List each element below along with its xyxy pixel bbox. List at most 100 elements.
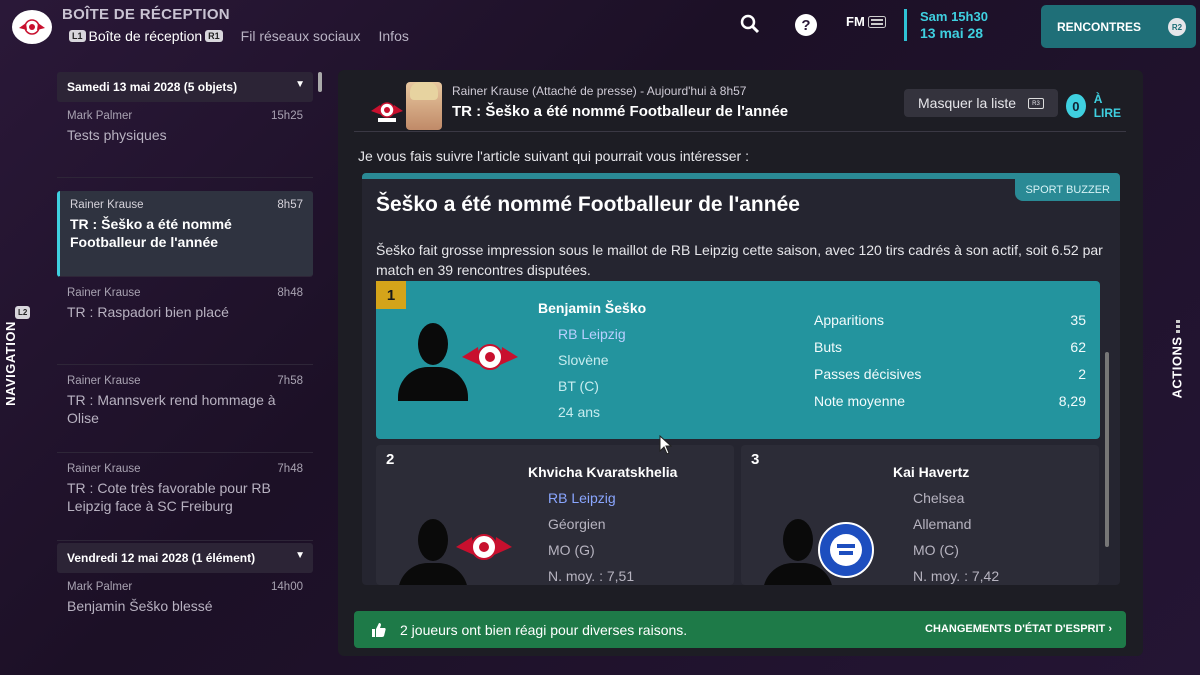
message-subject: Tests physiques [67,127,167,143]
player-name[interactable]: Khvicha Kvaratskhelia [528,459,677,485]
message-time: 8h48 [277,287,303,299]
inbox-message[interactable]: Rainer Krause 7h48 TR : Cote très favora… [57,455,313,541]
message-sender: Rainer Krause [67,375,141,387]
hide-list-button[interactable]: Masquer la liste R3 [904,89,1058,117]
player-name[interactable]: Benjamin Šeško [538,295,646,321]
player-silhouette-icon [398,323,468,401]
stat-value: 8,29 [1058,393,1086,409]
stat-row: Buts 62 [814,334,1086,361]
chevron-down-icon[interactable]: ▼ [295,79,305,90]
stat-label: Note moyenne [814,393,906,409]
player-card-third[interactable]: 3 Kai Havertz Chelsea Allemand MO (C) N.… [741,445,1099,585]
player-position: MO (G) [548,542,595,558]
article-stripe [362,173,1120,179]
stat-label: Apparitions [814,312,885,328]
tab-news[interactable]: Infos [379,28,409,44]
message-sender: Mark Palmer [67,110,133,122]
stat-label: Buts [814,339,843,355]
player-nationality: Allemand [913,516,972,532]
subtabs: L1 Boîte de réception R1 Fil réseaux soc… [66,28,427,44]
message-sender: Rainer Krause [67,287,141,299]
unread-counter[interactable]: 0 À LIRE [1066,92,1126,120]
player-club[interactable]: RB Leipzig [548,485,677,511]
club-crest-icon [371,102,403,122]
player-nationality: Géorgien [548,516,606,532]
player-age: 24 ans [558,404,601,420]
article-body: Šeško fait grosse impression sous le mai… [376,242,1103,278]
group-header[interactable]: Samedi 13 mai 2028 (5 objets) ▼ [57,72,313,102]
article-card: SPORT BUZZER Šeško a été nommé Footballe… [362,173,1120,585]
navigation-toggle[interactable]: L2 NAVIGATION [3,306,34,426]
actions-label: ACTIONS [1169,336,1185,399]
player-info: Benjamin Šeško RB Leipzig Slovène BT (C)… [538,295,646,425]
chevron-down-icon[interactable]: ▼ [295,550,305,561]
message-sender: Mark Palmer [67,581,133,593]
r3-hint: R3 [1028,98,1044,109]
inbox-scrollbar[interactable] [318,72,322,92]
message-subject: TR : Mannsverk rend hommage à Olise [67,392,276,426]
message-sender: Rainer Krause [67,463,141,475]
more-icon [1176,320,1180,334]
inbox-message[interactable]: Rainer Krause 7h58 TR : Mannsverk rend h… [57,367,313,453]
player-nationality: Slovène [558,352,609,368]
rank-number: 2 [386,451,395,468]
matches-button-label: RENCONTRES [1057,19,1142,34]
player-club[interactable]: Chelsea [913,485,999,511]
stat-value: 2 [1078,366,1086,382]
message-header: Rainer Krause (Attaché de presse) - Aujo… [354,78,1126,132]
player-position: BT (C) [558,378,599,394]
message-sender: Rainer Krause [70,199,144,211]
player-rating: N. moy. : 7,42 [913,568,1000,584]
actions-toggle[interactable]: ACTIONS [1166,320,1192,420]
rank-number: 3 [751,451,760,468]
message-subject: Benjamin Šeško blessé [67,598,213,614]
player-club[interactable]: RB Leipzig [558,321,646,347]
r1-hint: R1 [205,30,223,42]
article-scrollbar[interactable] [1105,352,1109,547]
banner-text: 2 joueurs ont bien réagi pour diverses r… [400,621,688,638]
club-logo[interactable] [12,10,52,44]
matches-button[interactable]: RENCONTRES R2 [1041,5,1196,48]
message-panel: Rainer Krause (Attaché de presse) - Aujo… [338,70,1143,656]
group-header[interactable]: Vendredi 12 mai 2028 (1 élément) ▼ [57,543,313,573]
game-date[interactable]: Sam 15h30 13 mai 28 [904,9,988,41]
player-card-second[interactable]: 2 Khvicha Kvaratskhelia RB Leipzig Géorg… [376,445,734,585]
club-crest-icon [818,522,874,578]
inbox-message-selected[interactable]: Rainer Krause 8h57 TR : Šeško a été nomm… [57,191,313,277]
inbox-message[interactable]: Rainer Krause 8h48 TR : Raspadori bien p… [57,279,313,365]
inbox-message[interactable]: Mark Palmer 14h00 Benjamin Šeško blessé [57,573,313,633]
article-title: Šeško a été nommé Footballeur de l'année [376,193,800,216]
stat-row: Note moyenne 8,29 [814,388,1086,415]
fm-label: FM [846,14,865,29]
r2-hint: R2 [1168,18,1186,36]
thumbs-up-icon [372,622,386,637]
player-card-first[interactable]: 1 Benjamin Šeško RB Leipzig Slovène BT (… [376,281,1100,439]
game-date-time: Sam 15h30 [920,9,988,24]
message-time: 7h48 [277,463,303,475]
message-subject-title: TR : Šeško a été nommé Footballeur de l'… [452,103,789,120]
player-stats: Apparitions 35 Buts 62 Passes décisives 2 N… [814,307,1086,415]
player-name[interactable]: Kai Havertz [893,459,999,485]
group-header-label: Samedi 13 mai 2028 (5 objets) [67,80,238,94]
player-info: Kai Havertz Chelsea Allemand MO (C) N. m… [893,459,999,585]
player-position: MO (C) [913,542,959,558]
morale-changes-link[interactable]: CHANGEMENTS D'ÉTAT D'ESPRIT › [925,623,1112,635]
l2-hint: L2 [15,306,31,319]
stat-value: 62 [1070,339,1086,355]
player-rating: N. moy. : 7,51 [548,568,635,584]
message-time: 7h58 [277,375,303,387]
help-icon[interactable]: ? [795,14,817,36]
sender-avatar[interactable] [406,82,442,130]
morale-changes-banner[interactable]: 2 joueurs ont bien réagi pour diverses r… [354,611,1126,648]
fm-keyboard-icon[interactable]: FM [846,14,886,29]
group-header-label: Vendredi 12 mai 2028 (1 élément) [67,551,256,565]
search-icon[interactable] [740,14,760,34]
hide-list-label: Masquer la liste [918,95,1017,111]
tab-social-feed[interactable]: Fil réseaux sociaux [241,28,361,44]
tab-inbox[interactable]: Boîte de réception [89,28,203,44]
message-time: 15h25 [271,110,303,122]
game-date-day: 13 mai 28 [920,25,984,41]
article-source-tag: SPORT BUZZER [1015,179,1120,201]
inbox-message[interactable]: Mark Palmer 15h25 Tests physiques [57,102,313,178]
stat-row: Passes décisives 2 [814,361,1086,388]
